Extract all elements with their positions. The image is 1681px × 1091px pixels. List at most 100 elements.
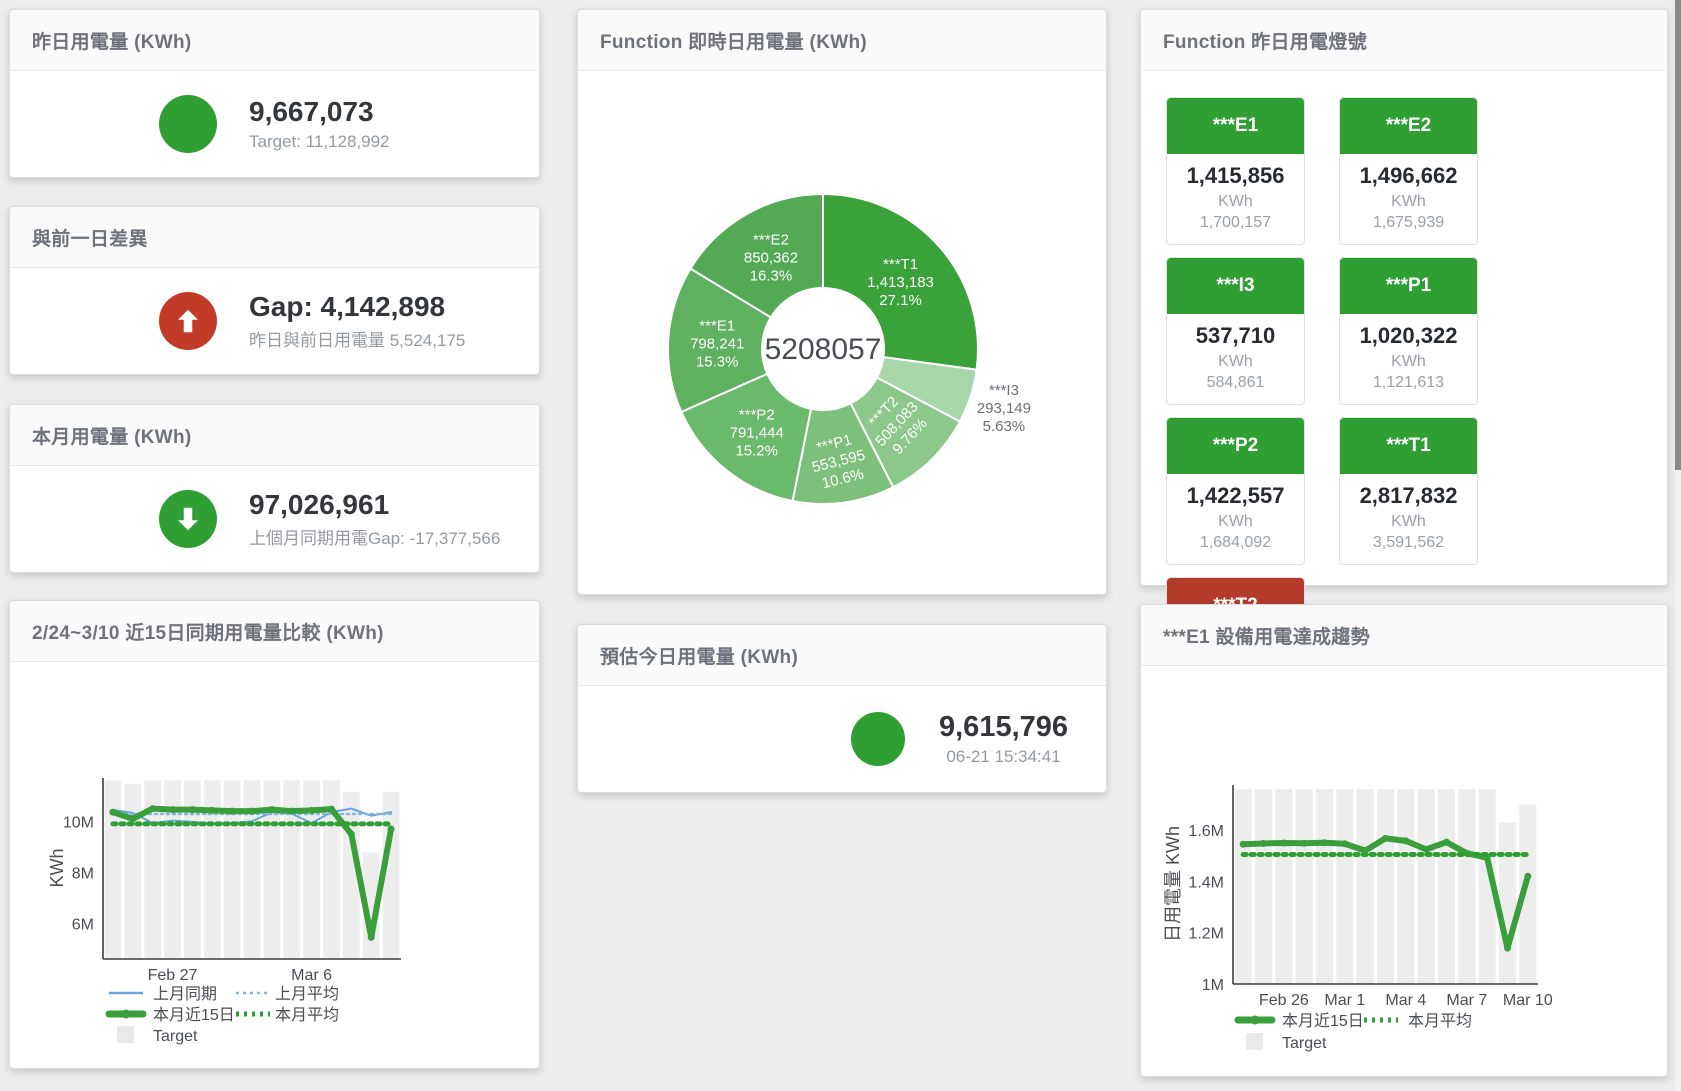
light-tile-value: 1,020,322 [1342,323,1475,349]
light-tile-body: 1,415,856KWh1,700,157 [1167,154,1304,244]
series-point [368,934,375,941]
y-tick-label: 8M [72,865,94,882]
legend-label: 上月平均 [275,985,339,1003]
light-tile-body: 1,422,557KWh1,684,092 [1167,474,1304,564]
yesterday-value: 9,667,073 [249,96,390,128]
today-value: 9,615,796 [939,711,1068,744]
series-point [229,808,236,815]
series-point [1524,873,1531,880]
y-tick-label: 1M [1202,977,1224,994]
series-point [268,806,275,813]
light-tile-target: 1,121,613 [1342,374,1475,392]
light-tile-header: ***E2 [1340,98,1477,154]
legend-label: 本月平均 [1408,1012,1472,1030]
card-today-estimate: 預估今日用電量 (KWh) 9,615,796 06-21 15:34:41 [577,624,1107,793]
light-tile-unit: KWh [1342,193,1475,211]
card-yesterday-body: 9,667,073 Target: 11,128,992 [10,71,539,177]
donut-chart-title: Function 即時日用電量 (KWh) [600,27,867,54]
y-axis-label: KWh [47,848,67,887]
light-tile-value: 2,817,832 [1342,483,1475,509]
card-function-lights: Function 昨日用電燈號 ***E11,415,856KWh1,700,1… [1140,9,1668,586]
light-tile-unit: KWh [1169,193,1302,211]
series-point [1341,840,1348,847]
day-gap-value: Gap: 4,142,898 [249,291,465,323]
series-point [209,807,216,814]
status-circle-icon [159,95,217,153]
x-tick-label: Mar 10 [1503,992,1553,1009]
target-bar [1499,822,1516,984]
target-bar [1418,789,1435,984]
target-bar [1336,789,1353,984]
target-bar [1235,789,1252,984]
target-bar [105,781,122,959]
light-tile-header: ***I3 [1167,258,1304,314]
light-tile-target: 1,684,092 [1169,534,1302,552]
donut-center-total: 5208057 [765,333,882,366]
light-tile-label: ***E1 [1213,115,1258,137]
light-tile-body: 1,020,322 KWh 1,121,613 [1340,314,1477,404]
series-point [1301,840,1308,847]
card-month-title: 本月用電量 (KWh) [32,422,192,449]
day-gap-subtitle: 昨日與前日用電量 5,524,175 [249,326,465,351]
series-point [149,805,156,812]
light-tile-body: 2,817,832 KWh 3,591,562 [1340,474,1477,564]
month-value: 97,026,961 [249,489,500,521]
card-day-gap-header: 與前一日差異 [10,207,539,268]
card-day-gap-body: Gap: 4,142,898 昨日與前日用電量 5,524,175 [10,268,539,374]
trend-down-icon [159,490,217,548]
scrollbar[interactable] [1675,0,1681,1091]
legend-label: Target [153,1028,198,1045]
compare-chart: 6M8M10MFeb 27Mar 6KWh上月同期上月平均本月近15日本月平均T… [10,662,539,1069]
trend-chart-header: ***E1 設備用電達成趨勢 [1141,605,1667,666]
scrollbar-thumb[interactable] [1675,0,1681,470]
donut-chart-header: Function 即時日用電量 (KWh) [578,10,1106,71]
card-function-realtime-donut: Function 即時日用電量 (KWh) ***T11,413,18327.1… [577,9,1107,595]
light-tile-target: 3,591,562 [1342,534,1475,552]
series-point [1280,839,1287,846]
today-timestamp: 06-21 15:34:41 [939,747,1068,767]
light-tile: ***P1 1,020,322 KWh 1,121,613 [1339,257,1478,405]
light-tile-body: 537,710KWh584,861 [1167,314,1304,404]
target-bar [1316,789,1333,984]
light-tile: ***E2 1,496,662 KWh 1,675,939 [1339,97,1478,245]
donut-slice-label: ***I3293,1495.63% [977,382,1031,435]
target-bar [244,781,261,959]
series-point [388,825,395,832]
series-point [249,808,256,815]
series-point [288,808,295,815]
light-tile-value: 1,496,662 [1342,163,1475,189]
light-tile-unit: KWh [1342,353,1475,371]
light-tile-header: ***P1 [1340,258,1477,314]
light-tile-label: ***T1 [1386,435,1430,457]
x-tick-label: Feb 26 [1259,992,1309,1009]
light-tile: ***P21,422,557KWh1,684,092 [1166,417,1305,565]
x-tick-label: Mar 6 [291,967,332,984]
target-bar [1275,789,1292,984]
series-point [1423,846,1430,853]
y-axis-label: 日用電量 KWh [1163,826,1183,942]
light-tile-unit: KWh [1169,353,1302,371]
light-tile: ***I3537,710KWh584,861 [1166,257,1305,405]
target-bar [124,784,141,959]
compare-chart-header: 2/24~3/10 近15日同期用電量比較 (KWh) [10,601,539,662]
light-tile-unit: KWh [1169,513,1302,531]
target-bar [1458,789,1475,984]
status-circle-icon [851,712,905,766]
target-bar [1438,789,1455,984]
y-tick-label: 1.2M [1188,926,1224,943]
y-tick-label: 1.4M [1188,874,1224,891]
dashboard: 昨日用電量 (KWh) 9,667,073 Target: 11,128,992… [0,0,1681,1091]
legend-label: Target [1282,1035,1327,1052]
light-tile-target: 1,675,939 [1342,214,1475,232]
x-tick-label: Mar 1 [1324,992,1365,1009]
target-bar [1296,789,1313,984]
light-tile-value: 1,415,856 [1169,163,1302,189]
card-e1-trend: ***E1 設備用電達成趨勢 1M1.2M1.4M1.6MFeb 26Mar 1… [1140,604,1668,1077]
card-month-usage: 本月用電量 (KWh) 97,026,961 上個月同期用電Gap: -17,3… [9,404,540,573]
series-point [1382,835,1389,842]
lights-header: Function 昨日用電燈號 [1141,10,1667,71]
light-tile-body: 1,496,662 KWh 1,675,939 [1340,154,1477,244]
series-point [169,806,176,813]
light-tile-value: 537,710 [1169,323,1302,349]
light-tile-unit: KWh [1342,513,1475,531]
